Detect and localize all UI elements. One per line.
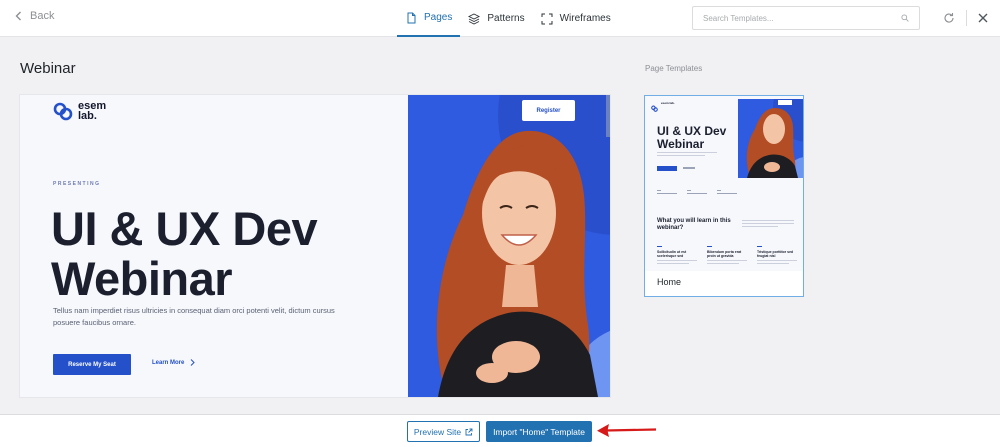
thumb-logo: esem lab.: [651, 99, 675, 112]
register-button[interactable]: Register: [522, 100, 575, 121]
thumb-feature-title: Tristique porttitor sed feugiat nisl: [757, 250, 794, 258]
tab-patterns-label: Patterns: [487, 13, 525, 24]
preview-scrollbar[interactable]: [606, 95, 610, 137]
thumb-button: [657, 166, 677, 171]
learn-more-label: Learn More: [152, 359, 185, 366]
thumb-headline: UI & UX Dev Webinar: [657, 124, 727, 151]
search-box: [692, 6, 920, 30]
close-icon[interactable]: [977, 12, 989, 24]
template-thumbnail: esem lab. UI & UX Dev Webinar What you w…: [645, 96, 803, 271]
thumb-feature-title: Sollicitudin ut est scelerisque sed: [657, 250, 687, 258]
refresh-icon[interactable]: [943, 12, 955, 24]
template-card-home[interactable]: esem lab. UI & UX Dev Webinar What you w…: [644, 95, 804, 297]
preview-headline: UI & UX Dev Webinar: [51, 202, 318, 305]
tab-wireframes[interactable]: Wireframes: [533, 0, 619, 37]
page-icon: [407, 12, 416, 23]
chevron-right-icon: [190, 359, 196, 366]
logo-rings-icon: [651, 99, 658, 112]
import-template-button[interactable]: Import "Home" Template: [486, 421, 592, 442]
hero-image: [408, 95, 610, 397]
thumb-subheading: What you will learn in this webinar?: [657, 218, 731, 231]
back-label: Back: [30, 10, 55, 22]
template-preview: esem lab. PRESENTING UI & UX Dev Webinar…: [20, 95, 610, 397]
wireframe-icon: [541, 13, 553, 24]
thumb-feature-column: Bibendum porta erat proin ut gravida: [707, 246, 747, 266]
page-templates-label: Page Templates: [645, 64, 703, 73]
thumb-hero-image: [738, 99, 803, 178]
thumb-link: [683, 167, 695, 169]
thumb-logo-text: esem lab.: [661, 100, 675, 105]
back-button[interactable]: Back: [14, 10, 54, 22]
thumb-feature-columns: Sollicitudin ut est scelerisque sed Bibe…: [657, 246, 797, 266]
thumb-stats: [657, 190, 737, 196]
preview-site-button[interactable]: Preview Site: [407, 421, 480, 442]
tab-wireframes-label: Wireframes: [559, 13, 611, 24]
tab-pages[interactable]: Pages: [397, 0, 461, 37]
chevron-left-icon: [15, 11, 21, 21]
preview-logo: esem lab.: [53, 100, 110, 122]
thumb-register-button: [778, 100, 792, 105]
search-icon[interactable]: [901, 14, 909, 22]
tab-patterns[interactable]: Patterns: [460, 0, 532, 37]
preview-eyebrow: PRESENTING: [53, 181, 101, 187]
page-title: Webinar: [20, 60, 76, 77]
bottom-bar: Preview Site Import "Home" Template: [0, 414, 1000, 447]
thumb-feature-column: Sollicitudin ut est scelerisque sed: [657, 246, 697, 266]
layers-icon: [468, 12, 481, 25]
top-bar: Back Pages Patterns Wireframes: [0, 0, 1000, 37]
toolbar-divider: [966, 10, 967, 26]
external-link-icon: [465, 428, 473, 435]
logo-rings-icon: [53, 101, 73, 121]
reserve-seat-button[interactable]: Reserve My Seat: [53, 354, 131, 375]
template-tabs: Pages Patterns Wireframes: [397, 0, 619, 37]
thumb-body-lines: [657, 152, 717, 158]
thumb-sub-lines: [742, 220, 794, 229]
thumb-feature-title: Bibendum porta erat proin ut gravida: [707, 250, 742, 258]
preview-logo-text: esem lab.: [78, 100, 107, 122]
learn-more-link[interactable]: Learn More: [152, 359, 196, 366]
search-input[interactable]: [703, 13, 873, 23]
preview-site-label: Preview Site: [413, 426, 462, 437]
preview-body-text: Tellus nam imperdiet risus ultricies in …: [53, 306, 335, 327]
annotation-arrow-icon: [597, 424, 657, 437]
tab-pages-label: Pages: [424, 12, 453, 23]
template-name: Home: [657, 277, 682, 287]
thumb-feature-column: Tristique porttitor sed feugiat nisl: [757, 246, 797, 266]
